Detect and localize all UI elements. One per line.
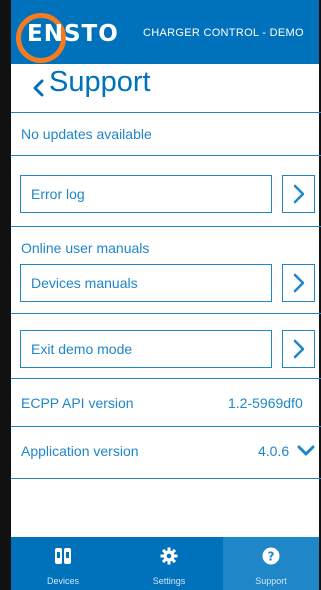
- update-status: No updates available: [21, 126, 152, 142]
- chevron-right-icon: [293, 184, 305, 204]
- tab-devices[interactable]: Devices: [11, 537, 115, 590]
- svg-text:?: ?: [268, 550, 275, 564]
- exit-demo-button[interactable]: Exit demo mode: [20, 330, 272, 368]
- app-title: CHARGER CONTROL - DEMO: [143, 27, 304, 39]
- devices-icon: [55, 548, 71, 564]
- chevron-left-icon[interactable]: [29, 78, 49, 98]
- device-bezel-left: [0, 0, 11, 590]
- tab-devices-label: Devices: [46, 576, 79, 586]
- ensto-logo: ENSTO: [27, 21, 119, 47]
- help-icon: ?: [262, 547, 280, 565]
- error-log-arrow-button[interactable]: [282, 175, 315, 213]
- tab-settings-label: Settings: [152, 576, 186, 586]
- devices-manuals-arrow-button[interactable]: [282, 264, 315, 302]
- error-log-button[interactable]: Error log: [20, 175, 272, 213]
- app-header: ENSTO CHARGER CONTROL - DEMO: [11, 0, 319, 64]
- tab-support[interactable]: ? Support: [223, 537, 319, 590]
- app-version-value: 4.0.6: [258, 443, 290, 459]
- divider: [11, 478, 321, 479]
- divider: [11, 426, 321, 427]
- devices-manuals-button[interactable]: Devices manuals: [20, 264, 272, 302]
- manuals-heading: Online user manuals: [21, 240, 150, 256]
- tab-support-label: Support: [255, 576, 287, 586]
- chevron-right-icon: [293, 273, 305, 293]
- chevron-down-icon[interactable]: [297, 444, 315, 458]
- chevron-right-icon: [293, 339, 305, 359]
- tab-settings[interactable]: Settings: [115, 537, 223, 590]
- divider: [11, 155, 321, 156]
- api-version-label: ECPP API version: [21, 395, 134, 411]
- divider: [11, 226, 321, 227]
- divider: [11, 313, 321, 314]
- divider: [11, 378, 321, 379]
- app-version-label: Application version: [21, 443, 139, 459]
- api-version-value: 1.2-5969df0: [228, 395, 303, 411]
- page-title: Support: [49, 66, 151, 98]
- gear-icon: [160, 547, 178, 565]
- exit-demo-arrow-button[interactable]: [282, 330, 315, 368]
- bottom-tab-bar: Devices Settings ? Support: [11, 537, 319, 590]
- page-title-row[interactable]: Support: [11, 64, 321, 113]
